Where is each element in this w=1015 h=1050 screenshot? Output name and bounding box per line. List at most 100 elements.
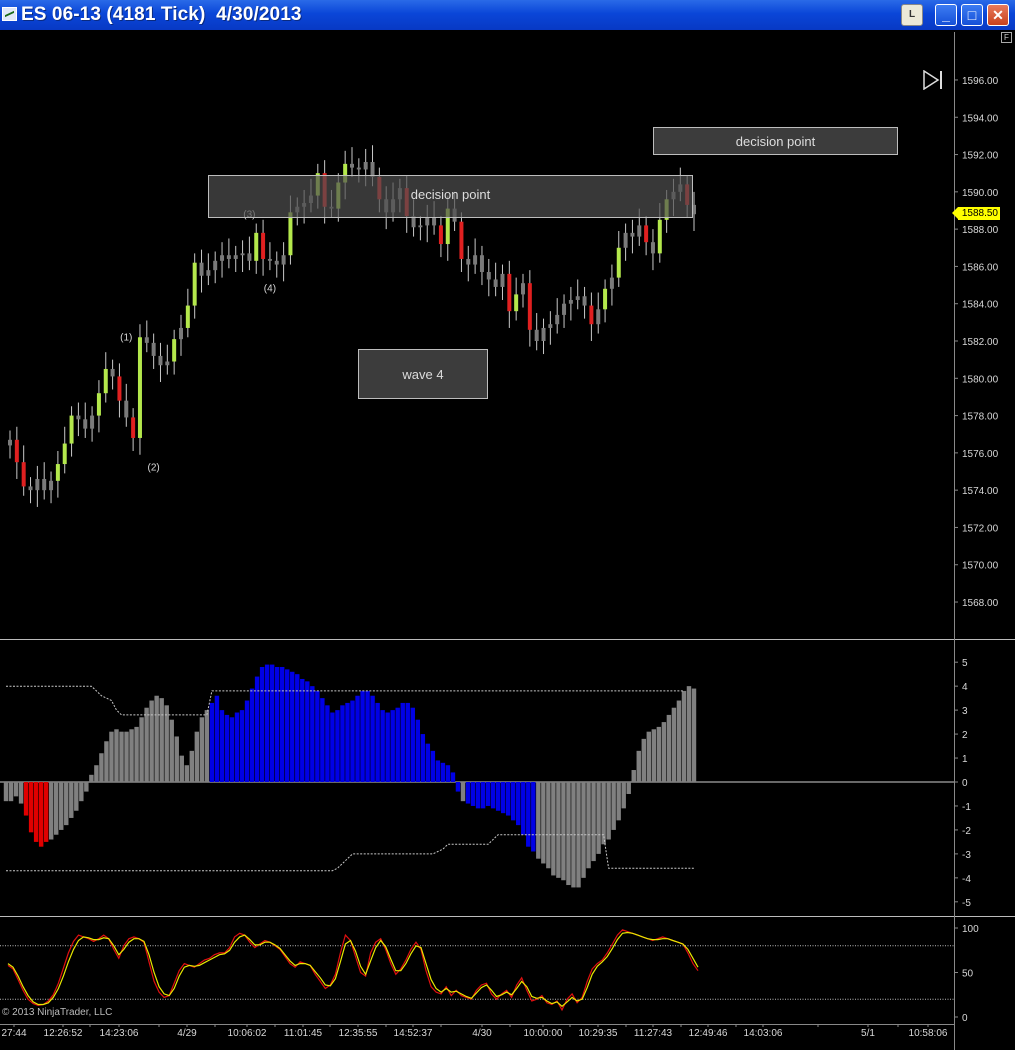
time-tick-label: 10:58:06 <box>909 1028 948 1039</box>
candle-body <box>650 242 655 254</box>
candle-body <box>254 232 259 261</box>
hist-bar <box>440 762 446 782</box>
candle-body <box>274 260 279 265</box>
hist-bar <box>661 722 667 782</box>
candle-body <box>185 305 190 328</box>
hist-bar <box>500 782 506 814</box>
hist-bar <box>505 782 511 816</box>
hist-bar <box>400 702 405 782</box>
hist-bar <box>285 669 290 782</box>
hist-bar <box>581 782 586 878</box>
hist-bar <box>114 729 119 782</box>
time-tick-label: 11:27:43 <box>634 1028 673 1039</box>
decision-point-box-1[interactable]: decision point <box>208 175 693 219</box>
hist-bar <box>435 760 441 782</box>
stoch-tick-label: 100 <box>962 924 979 935</box>
hist-bar <box>219 710 225 782</box>
histogram-axis: 5 4 3 2 1 0 -1 -2 -3 -4 -5 <box>0 658 971 909</box>
hist-bar <box>591 782 596 862</box>
hist-bar <box>214 695 220 782</box>
format-button[interactable]: F <box>1001 32 1012 43</box>
candle-body <box>28 486 33 491</box>
hist-bar <box>490 782 496 809</box>
chart-app-icon[interactable] <box>2 7 17 21</box>
time-tick-label: 14:23:06 <box>100 1028 139 1039</box>
hist-bar <box>365 690 370 782</box>
wave-4-box[interactable]: wave 4 <box>358 348 488 399</box>
hist-bar <box>340 705 345 782</box>
candle-body <box>534 329 539 341</box>
candle-body <box>83 419 88 429</box>
candle-body <box>76 415 81 420</box>
candle-body <box>49 480 54 491</box>
hist-bar <box>380 710 385 782</box>
candle-body <box>42 478 47 491</box>
hist-bar <box>109 731 114 782</box>
hist-bar <box>541 782 546 864</box>
hist-bar <box>234 712 240 782</box>
close-button[interactable]: ✕ <box>987 4 1009 26</box>
hist-bar <box>38 782 44 847</box>
candle-body <box>35 478 40 491</box>
candle-body <box>151 342 156 356</box>
wave-label: (4) <box>264 284 276 295</box>
link-button[interactable]: L <box>901 4 923 26</box>
candle-body <box>527 283 532 330</box>
hist-bar <box>325 705 330 782</box>
hist-bar <box>445 765 451 782</box>
hist-bar <box>179 755 184 782</box>
minimize-button[interactable]: _ <box>935 4 957 26</box>
hist-bar <box>23 782 29 816</box>
candle-body <box>500 273 505 287</box>
candle-body <box>124 400 129 418</box>
hist-bar <box>244 700 250 782</box>
hist-bar <box>43 782 49 842</box>
hist-bar <box>54 782 59 835</box>
hist-bar <box>330 712 335 782</box>
hist-bar <box>8 782 14 802</box>
hist-bar <box>671 707 677 782</box>
hist-bar <box>470 782 476 806</box>
decision-point-box-2[interactable]: decision point <box>653 126 898 155</box>
candle-body <box>507 273 512 312</box>
candle-body <box>356 167 361 170</box>
hist-bar <box>586 782 591 869</box>
price-tick-label: 1582.00 <box>962 337 999 348</box>
hist-bar <box>154 695 159 782</box>
hist-bar <box>159 698 164 782</box>
time-tick-label: 12:26:52 <box>44 1028 83 1039</box>
hist-bar <box>48 782 54 840</box>
hist-tick-label: -1 <box>962 802 971 813</box>
hist-tick-label: -5 <box>962 898 971 909</box>
candle-body <box>350 163 354 168</box>
candle-body <box>466 258 471 265</box>
scroll-to-end-icon[interactable] <box>922 69 944 91</box>
wave-label: (2) <box>148 463 160 474</box>
stoch-d-line <box>7 931 699 1008</box>
hist-bar <box>189 750 195 782</box>
time-tick-label: 5/1 <box>861 1028 875 1039</box>
hist-bar <box>375 702 380 782</box>
candle-body <box>110 368 115 377</box>
candle-body <box>172 339 177 362</box>
hist-bar <box>546 782 551 869</box>
hist-bar <box>254 676 260 782</box>
candle-body <box>179 327 183 340</box>
time-tick-label: 4/29 <box>177 1028 197 1039</box>
wave-labels: (1)(2)(3)(4) <box>120 209 276 473</box>
candle-body <box>288 212 293 256</box>
candle-body <box>144 337 149 343</box>
hist-bar <box>13 782 19 797</box>
hist-bar <box>264 664 270 782</box>
hist-bar <box>681 690 687 782</box>
candle-body <box>479 255 484 273</box>
hist-bar <box>566 782 571 886</box>
hist-bar <box>516 782 521 826</box>
price-axis: 1596.00 1594.00 1592.00 1590.00 1588.00 1586.… <box>954 76 999 609</box>
candle-body <box>226 255 231 259</box>
candle-body <box>247 253 252 261</box>
maximize-button[interactable]: □ <box>961 4 983 26</box>
candle-body <box>213 260 218 271</box>
price-tick-label: 1596.00 <box>962 76 999 87</box>
price-tick-label: 1592.00 <box>962 151 999 162</box>
